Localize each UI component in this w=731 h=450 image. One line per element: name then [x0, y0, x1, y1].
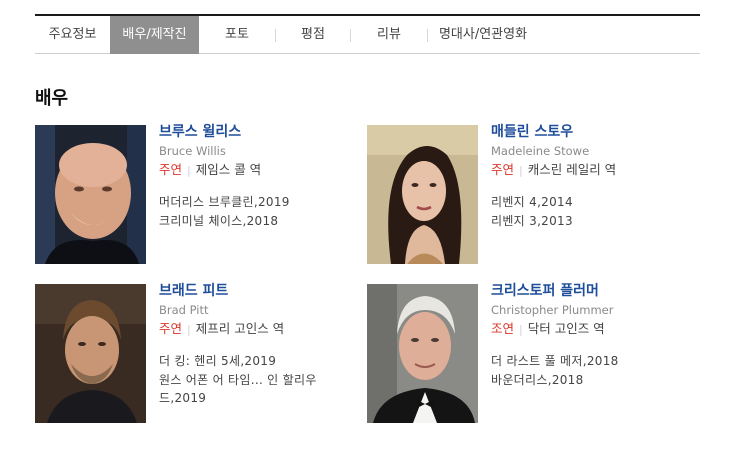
movie-tab-bar: 주요정보 배우/제작진 포토 평점 리뷰 명대사/연관영화 [35, 14, 700, 54]
filmography-item[interactable]: 더 킹: 헨리 5세,2019 [159, 352, 359, 371]
filmography-list: 더 라스트 풀 메저,2018 바운더리스,2018 [491, 352, 691, 390]
man-portrait-icon [35, 284, 146, 423]
actor-card: 크리스토퍼 플러머 Christopher Plummer 조연 | 닥터 고인즈 … [367, 283, 697, 424]
tab-rating[interactable]: 평점 [276, 16, 350, 54]
filmography-item[interactable]: 머더리스 브루클린,2019 [159, 193, 359, 212]
actor-name-korean[interactable]: 브루스 윌리스 [159, 124, 359, 140]
actor-name-english: Brad Pitt [159, 303, 209, 317]
filmography-list: 머더리스 브루클린,2019 크리미널 체이스,2018 [159, 193, 359, 231]
woman-portrait-icon [367, 125, 478, 264]
actor-info: 크리스토퍼 플러머 Christopher Plummer 조연 | 닥터 고인즈 … [491, 283, 691, 390]
actor-name-korean[interactable]: 크리스토퍼 플러머 [491, 283, 691, 299]
actor-name-korean[interactable]: 매들린 스토우 [491, 124, 691, 140]
role-divider: | [187, 164, 191, 177]
actor-name-korean[interactable]: 브래드 피트 [159, 283, 359, 299]
role-name: 제프리 고인스 역 [195, 321, 285, 336]
role-divider: | [187, 323, 191, 336]
role-divider: | [519, 164, 523, 177]
role-name: 캐스린 레일리 역 [527, 162, 617, 177]
tab-quotes-related[interactable]: 명대사/연관영화 [428, 16, 538, 54]
role-line: 주연 | 제임스 콜 역 [159, 162, 359, 179]
actor-name-english: Christopher Plummer [491, 303, 614, 317]
filmography-item[interactable]: 리벤지 4,2014 [491, 193, 691, 212]
tab-review[interactable]: 리뷰 [351, 16, 427, 54]
page: 주요정보 배우/제작진 포토 평점 리뷰 명대사/연관영화 배우 브루스 윌리스… [0, 0, 731, 450]
filmography-item[interactable]: 원스 어폰 어 타임... 인 할리우드,2019 [159, 371, 339, 407]
actor-card: 브루스 윌리스 Bruce Willis 주연 | 제임스 콜 역 머더리스 브루클… [35, 124, 365, 265]
actor-card: 매들린 스토우 Madeleine Stowe 주연 | 캐스린 레일리 역 리벤지… [367, 124, 697, 265]
actor-info: 브래드 피트 Brad Pitt 주연 | 제프리 고인스 역 더 킹: 헨리 5세… [159, 283, 359, 407]
bald-man-portrait-icon [35, 125, 146, 264]
actor-name-english: Madeleine Stowe [491, 144, 590, 158]
role-type-badge: 주연 [159, 162, 183, 177]
actor-photo[interactable] [35, 125, 146, 264]
role-name: 제임스 콜 역 [195, 162, 262, 177]
actor-photo[interactable] [35, 284, 146, 423]
tab-photo[interactable]: 포토 [199, 16, 275, 54]
filmography-item[interactable]: 더 라스트 풀 메저,2018 [491, 352, 691, 371]
role-divider: | [519, 323, 523, 336]
filmography-item[interactable]: 크리미널 체이스,2018 [159, 212, 359, 231]
tab-main-info[interactable]: 주요정보 [35, 16, 110, 54]
actor-name-english: Bruce Willis [159, 144, 226, 158]
role-line: 주연 | 캐스린 레일리 역 [491, 162, 691, 179]
filmography-item[interactable]: 바운더리스,2018 [491, 371, 691, 390]
actor-card: 브래드 피트 Brad Pitt 주연 | 제프리 고인스 역 더 킹: 헨리 5세… [35, 283, 365, 424]
filmography-item[interactable]: 리벤지 3,2013 [491, 212, 691, 231]
role-line: 조연 | 닥터 고인즈 역 [491, 321, 691, 338]
role-type-badge: 주연 [491, 162, 515, 177]
tab-cast-crew[interactable]: 배우/제작진 [110, 16, 199, 54]
actor-photo[interactable] [367, 125, 478, 264]
elderly-man-portrait-icon [367, 284, 478, 423]
actor-info: 매들린 스토우 Madeleine Stowe 주연 | 캐스린 레일리 역 리벤지… [491, 124, 691, 231]
filmography-list: 더 킹: 헨리 5세,2019 원스 어폰 어 타임... 인 할리우드,201… [159, 352, 359, 407]
actor-info: 브루스 윌리스 Bruce Willis 주연 | 제임스 콜 역 머더리스 브루클… [159, 124, 359, 231]
role-type-badge: 조연 [491, 321, 515, 336]
role-name: 닥터 고인즈 역 [527, 321, 605, 336]
role-type-badge: 주연 [159, 321, 183, 336]
section-title-actors: 배우 [35, 88, 69, 109]
filmography-list: 리벤지 4,2014 리벤지 3,2013 [491, 193, 691, 231]
actor-photo[interactable] [367, 284, 478, 423]
role-line: 주연 | 제프리 고인스 역 [159, 321, 359, 338]
